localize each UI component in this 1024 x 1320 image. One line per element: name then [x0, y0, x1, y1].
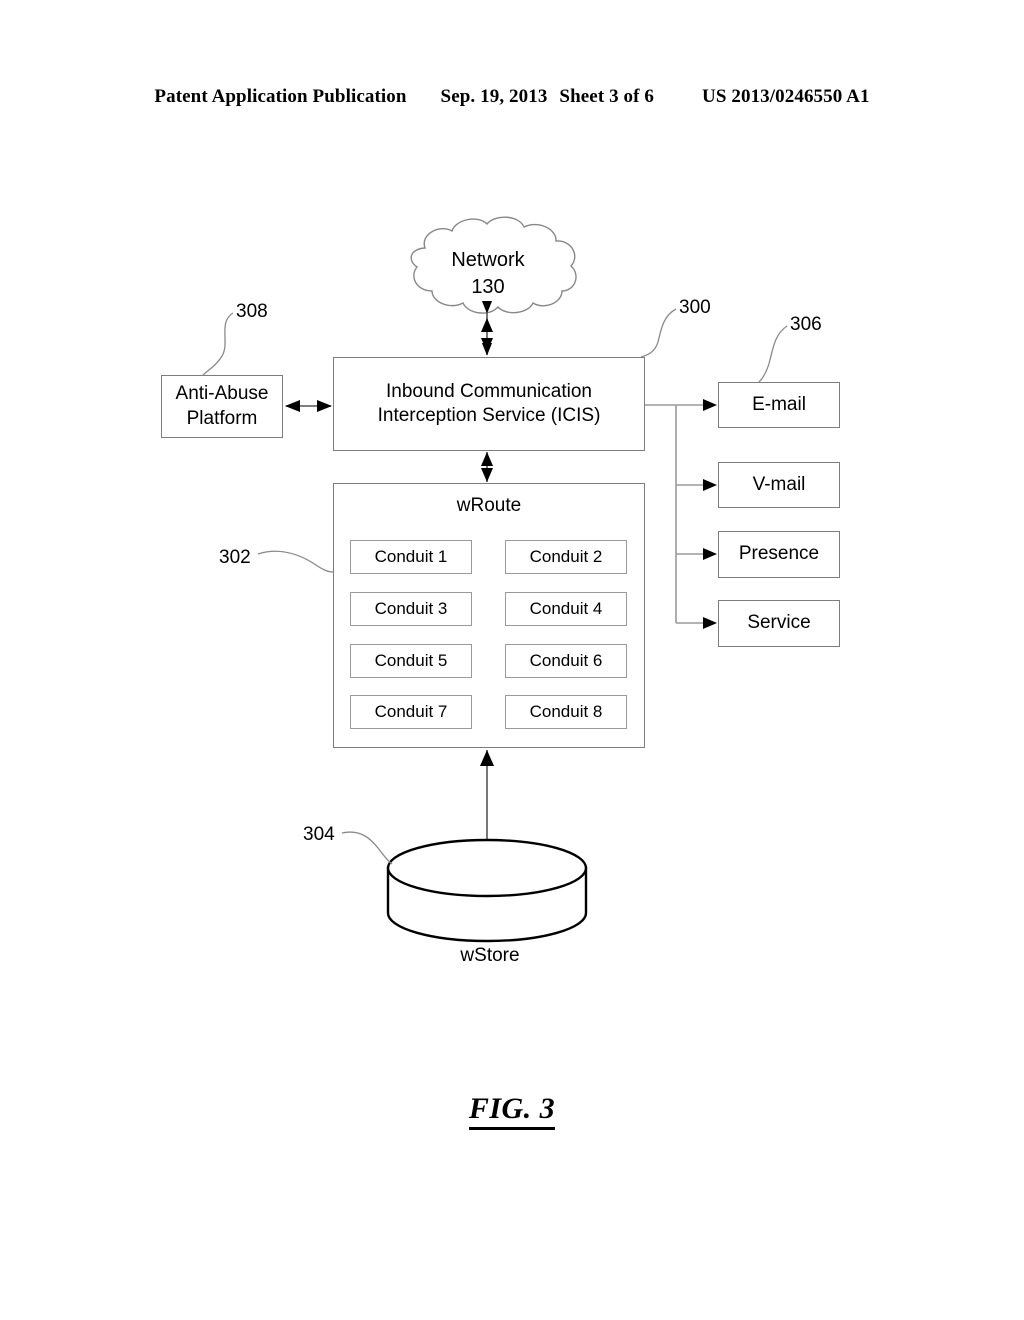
reference-numeral-302: 302 — [219, 547, 251, 568]
wstore-label: wStore — [460, 945, 520, 966]
output-service-box: Service — [718, 600, 840, 647]
conduit-1-box: Conduit 1 — [350, 540, 472, 574]
arrow-network-to-icis — [481, 300, 493, 356]
anti-abuse-platform-label-line1: Anti-Abuse — [175, 383, 269, 405]
wstore-cylinder-shape — [386, 838, 588, 943]
reference-numeral-300: 300 — [679, 297, 711, 318]
arrow-icis-to-wroute — [481, 452, 493, 482]
leader-line-302 — [257, 550, 334, 573]
wroute-label: wRoute — [456, 495, 522, 516]
leader-line-308 — [202, 312, 234, 376]
icis-label-line2: Interception Service (ICIS) — [377, 405, 601, 426]
anti-abuse-platform-box: Anti-Abuse Platform — [161, 375, 283, 438]
network-cloud-label: Network 130 — [451, 249, 525, 298]
conduit-8-box: Conduit 8 — [505, 695, 627, 729]
reference-numeral-308: 308 — [236, 301, 268, 322]
leader-line-300 — [640, 308, 677, 358]
figure-caption: FIG. 3 — [0, 1092, 1024, 1130]
output-vmail-box: V-mail — [718, 462, 840, 508]
leader-line-306 — [758, 325, 788, 383]
conduit-7-box: Conduit 7 — [350, 695, 472, 729]
conduit-2-box: Conduit 2 — [505, 540, 627, 574]
anti-abuse-platform-label-line2: Platform — [186, 407, 258, 429]
icis-label: Inbound Communication Interception Servi… — [378, 380, 601, 429]
output-presence-box: Presence — [718, 531, 840, 578]
output-email-box: E-mail — [718, 382, 840, 428]
icis-box: Inbound Communication Interception Servi… — [333, 357, 645, 451]
output-branch-lines — [645, 399, 717, 629]
figure-caption-text: FIG. 3 — [468, 1092, 556, 1130]
reference-numeral-304: 304 — [303, 824, 335, 845]
arrow-antiabuse-to-icis — [285, 400, 332, 412]
conduit-6-box: Conduit 6 — [505, 644, 627, 678]
icis-label-line1: Inbound Communication — [386, 380, 592, 402]
conduit-4-box: Conduit 4 — [505, 592, 627, 626]
anti-abuse-platform-label: Anti-Abuse Platform — [176, 382, 269, 431]
conduit-5-box: Conduit 5 — [350, 644, 472, 678]
reference-numeral-306: 306 — [790, 314, 822, 335]
leader-line-304 — [341, 831, 393, 865]
conduit-3-box: Conduit 3 — [350, 592, 472, 626]
